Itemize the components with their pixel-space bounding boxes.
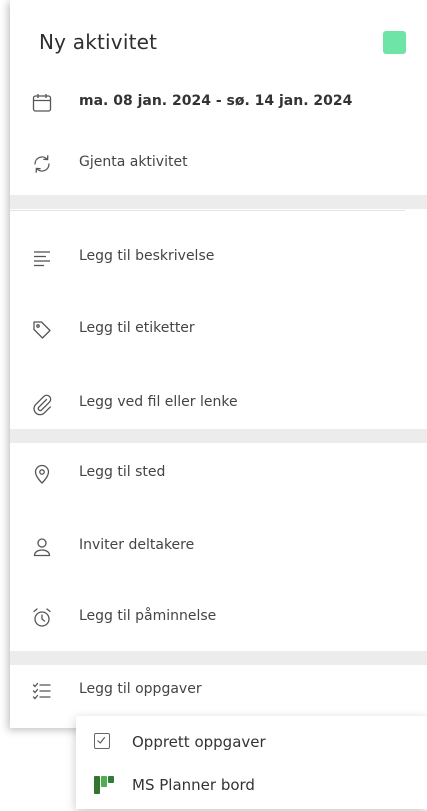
section-divider-line — [10, 210, 405, 211]
menu-item-ms-planner[interactable]: MS Planner bord — [76, 766, 427, 804]
add-tasks-row[interactable]: Legg til oppgaver — [10, 671, 427, 711]
tag-icon — [30, 318, 54, 342]
add-location-row[interactable]: Legg til sted — [10, 454, 427, 494]
repeat-icon — [30, 152, 54, 176]
location-pin-icon — [30, 462, 54, 486]
invite-participants-row[interactable]: Inviter deltakere — [10, 527, 427, 567]
ms-planner-icon — [94, 775, 114, 795]
repeat-activity-row[interactable]: Gjenta aktivitet — [10, 144, 427, 184]
menu-item-label: MS Planner bord — [132, 776, 255, 794]
date-range-label: ma. 08 jan. 2024 - sø. 14 jan. 2024 — [79, 93, 353, 109]
attach-file-row[interactable]: Legg ved fil eller lenke — [10, 384, 427, 424]
page-title: Ny aktivitet — [39, 30, 158, 54]
repeat-activity-label: Gjenta aktivitet — [79, 154, 188, 170]
add-tags-label: Legg til etiketter — [79, 320, 195, 336]
section-divider — [10, 429, 427, 443]
paperclip-icon — [30, 392, 54, 416]
alarm-clock-icon — [30, 606, 54, 630]
add-tags-row[interactable]: Legg til etiketter — [10, 310, 427, 350]
text-lines-icon — [30, 246, 54, 270]
menu-item-create-tasks[interactable]: Opprett oppgaver — [76, 723, 427, 761]
menu-item-label: Opprett oppgaver — [132, 733, 266, 751]
attach-file-label: Legg ved fil eller lenke — [79, 394, 238, 410]
section-divider — [10, 195, 427, 209]
panel-header: Ny aktivitet — [10, 0, 427, 84]
add-reminder-label: Legg til påminnelse — [79, 608, 217, 624]
add-location-label: Legg til sted — [79, 464, 166, 480]
invite-participants-label: Inviter deltakere — [79, 537, 195, 553]
date-range-row[interactable]: ma. 08 jan. 2024 - sø. 14 jan. 2024 — [10, 83, 427, 123]
add-description-row[interactable]: Legg til beskrivelse — [10, 238, 427, 278]
tasks-dropdown-menu: Opprett oppgaver MS Planner bord — [76, 716, 427, 809]
add-tasks-label: Legg til oppgaver — [79, 681, 202, 697]
add-description-label: Legg til beskrivelse — [79, 248, 215, 264]
color-picker-swatch[interactable] — [383, 31, 406, 54]
add-reminder-row[interactable]: Legg til påminnelse — [10, 598, 427, 638]
section-divider — [10, 651, 427, 665]
checkbox-icon — [94, 733, 110, 749]
new-activity-panel: Ny aktivitet ma. 08 jan. 2024 - sø. 14 j… — [10, 0, 427, 728]
calendar-icon — [30, 91, 54, 115]
person-icon — [30, 535, 54, 559]
checklist-icon — [30, 679, 54, 703]
